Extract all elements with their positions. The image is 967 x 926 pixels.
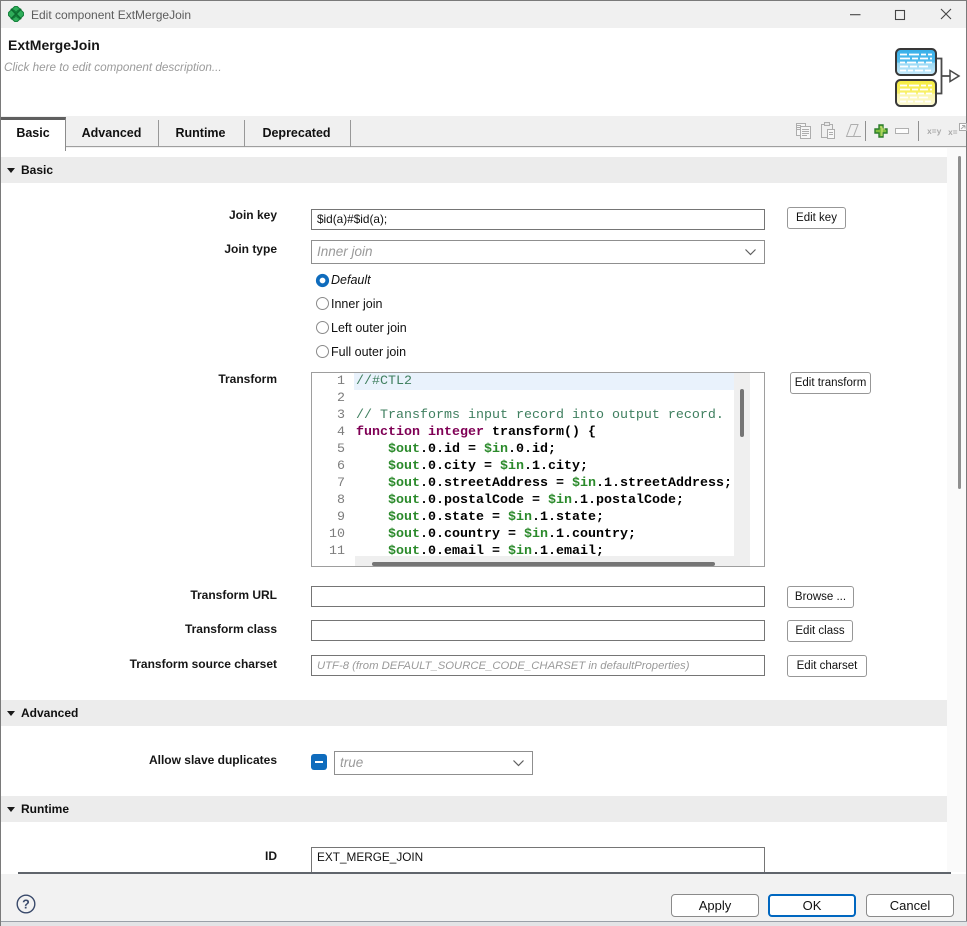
svg-text:x=: x=: [948, 129, 958, 138]
svg-text:?: ?: [22, 898, 30, 912]
svg-text:x=y: x=y: [927, 128, 942, 137]
